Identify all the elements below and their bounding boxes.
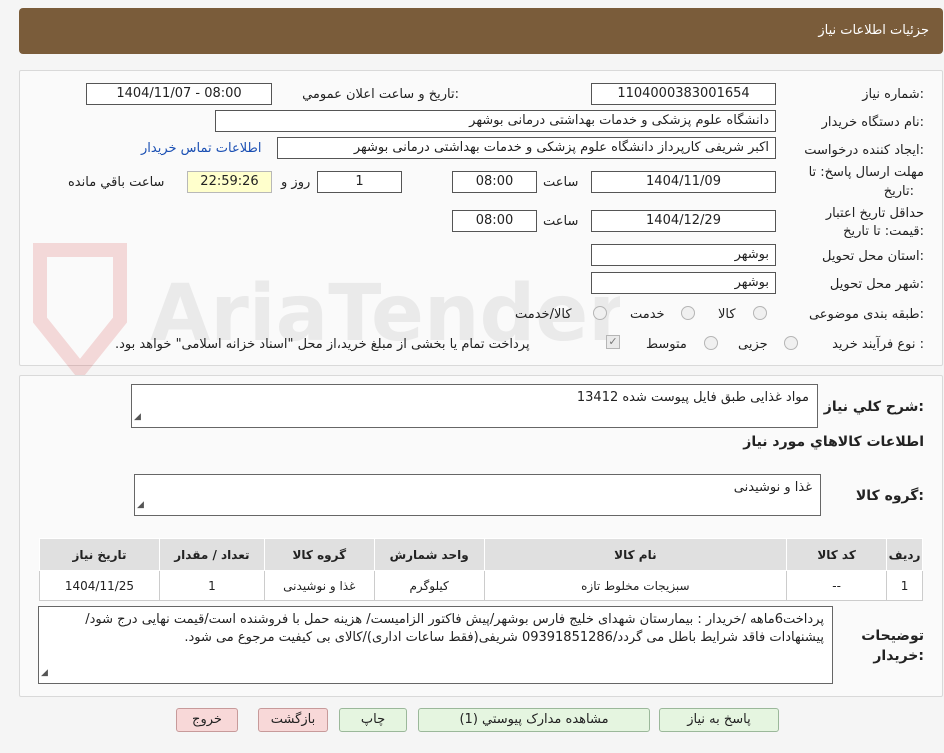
description-textarea[interactable]: مواد غذایی طبق فایل پیوست شده 13412 ◢ (131, 384, 818, 428)
view-attachments-button[interactable]: مشاهده مدارک پیوستي (1) (418, 708, 650, 732)
page-title: جزئیات اطلاعات نیاز (818, 23, 929, 38)
announce-date-field: 1404/11/07 - 08:00 (86, 83, 272, 105)
validity-label-date: قیمت: تا تاریخ: (843, 224, 924, 239)
resize-grip-icon[interactable]: ◢ (41, 664, 48, 682)
cell-name: سبزیجات مخلوط تازه (483, 570, 788, 601)
category-option-service: خدمت (630, 307, 665, 322)
payment-note: پرداخت تمام یا بخشی از مبلغ خرید،از محل … (115, 337, 530, 352)
buyer-notes-text: پرداخت6ماهه /خریدار : بیمارستان شهدای خل… (85, 612, 824, 645)
process-option-minor: جزیی (738, 337, 768, 352)
category-radio-service[interactable] (681, 306, 695, 320)
col-header-code: کد کالا (786, 538, 888, 571)
goods-group-text: غذا و نوشیدنی (733, 480, 812, 495)
col-header-group: گروه کالا (263, 538, 375, 571)
process-radio-minor[interactable] (784, 336, 798, 350)
province-field: بوشهر (591, 244, 776, 266)
need-number-label: شماره نیاز: (862, 87, 924, 102)
deadline-time-field: 08:00 (452, 171, 537, 193)
need-number-field: 1104000383001654 (591, 83, 776, 105)
category-label: طبقه بندی موضوعی: (808, 307, 924, 322)
process-option-medium: متوسط (646, 337, 687, 352)
col-header-date: تاریخ نیاز (39, 538, 160, 571)
page-header: جزئیات اطلاعات نیاز (19, 8, 943, 54)
remaining-days-field: 1 (317, 171, 402, 193)
announce-date-label: تاریخ و ساعت اعلان عمومي: (302, 87, 459, 102)
validity-date-field: 1404/12/29 (591, 210, 776, 232)
buyer-notes-label: توضیحات (861, 628, 924, 644)
days-label: روز و (281, 175, 311, 190)
back-button[interactable]: بازگشت (258, 708, 328, 732)
remaining-label: ساعت باقي مانده (68, 175, 165, 190)
cell-code: -- (786, 570, 888, 601)
reply-button[interactable]: پاسخ به نیاز (659, 708, 779, 732)
goods-group-label: گروه کالا: (855, 488, 924, 504)
buyer-org-label: نام دستگاه خریدار: (821, 115, 924, 130)
city-field: بوشهر (591, 272, 776, 294)
creator-field: اکبر شریفی کارپرداز دانشگاه علوم پزشکی و… (277, 137, 776, 159)
table-row: 1 -- سبزیجات مخلوط تازه کیلوگرم غذا و نو… (39, 570, 923, 601)
print-button[interactable]: چاپ (339, 708, 407, 732)
deadline-time-label: ساعت (543, 175, 579, 190)
items-heading: اطلاعات کالاهاي مورد نیاز (743, 434, 924, 450)
cell-quantity: 1 (158, 570, 265, 601)
treasury-checkbox[interactable]: ✓ (606, 335, 620, 349)
col-header-row-number: ردیف (886, 538, 923, 571)
category-option-goods: کالا (718, 307, 736, 322)
cell-date: 1404/11/25 (39, 570, 160, 601)
goods-group-textarea[interactable]: غذا و نوشیدنی ◢ (134, 474, 821, 516)
cell-row-number: 1 (886, 570, 923, 601)
process-label: نوع فرآیند خرید : (832, 337, 924, 352)
buyer-notes-textarea[interactable]: پرداخت6ماهه /خریدار : بیمارستان شهدای خل… (38, 606, 833, 684)
remaining-time-field: 22:59:26 (187, 171, 272, 193)
category-radio-goods[interactable] (753, 306, 767, 320)
items-table: ردیف کد کالا نام کالا واحد شمارش گروه کا… (39, 538, 923, 601)
col-header-unit: واحد شمارش (373, 538, 485, 571)
exit-button[interactable]: خروج (176, 708, 238, 732)
creator-label: ایجاد کننده درخواست: (804, 143, 924, 158)
deadline-date-field: 1404/11/09 (591, 171, 776, 193)
cell-unit: کیلوگرم (373, 570, 485, 601)
validity-label: حداقل تاریخ اعتبار (825, 206, 924, 221)
province-label: استان محل تحویل: (822, 249, 924, 264)
resize-grip-icon[interactable]: ◢ (134, 408, 141, 426)
description-label: شرح کلي نیاز: (823, 399, 924, 415)
cell-group: غذا و نوشیدنی (263, 570, 375, 601)
category-radio-both[interactable] (593, 306, 607, 320)
process-radio-medium[interactable] (704, 336, 718, 350)
validity-time-field: 08:00 (452, 210, 537, 232)
col-header-name: نام کالا (483, 538, 788, 571)
validity-time-label: ساعت (543, 214, 579, 229)
buyer-org-field: دانشگاه علوم پزشکی و خدمات بهداشتی درمان… (215, 110, 776, 132)
description-text: مواد غذایی طبق فایل پیوست شده 13412 (576, 390, 809, 405)
resize-grip-icon[interactable]: ◢ (137, 496, 144, 514)
table-header-row: ردیف کد کالا نام کالا واحد شمارش گروه کا… (39, 538, 923, 571)
city-label: شهر محل تحویل: (829, 277, 924, 292)
category-option-both: کالا/خدمت (515, 307, 572, 322)
deadline-label: مهلت ارسال پاسخ: تا (808, 165, 924, 180)
col-header-quantity: تعداد / مقدار (158, 538, 265, 571)
deadline-label-date: تاریخ: (883, 184, 914, 199)
buyer-notes-label-2: خریدار: (873, 648, 924, 664)
buyer-contact-link[interactable]: اطلاعات تماس خریدار (141, 141, 261, 156)
